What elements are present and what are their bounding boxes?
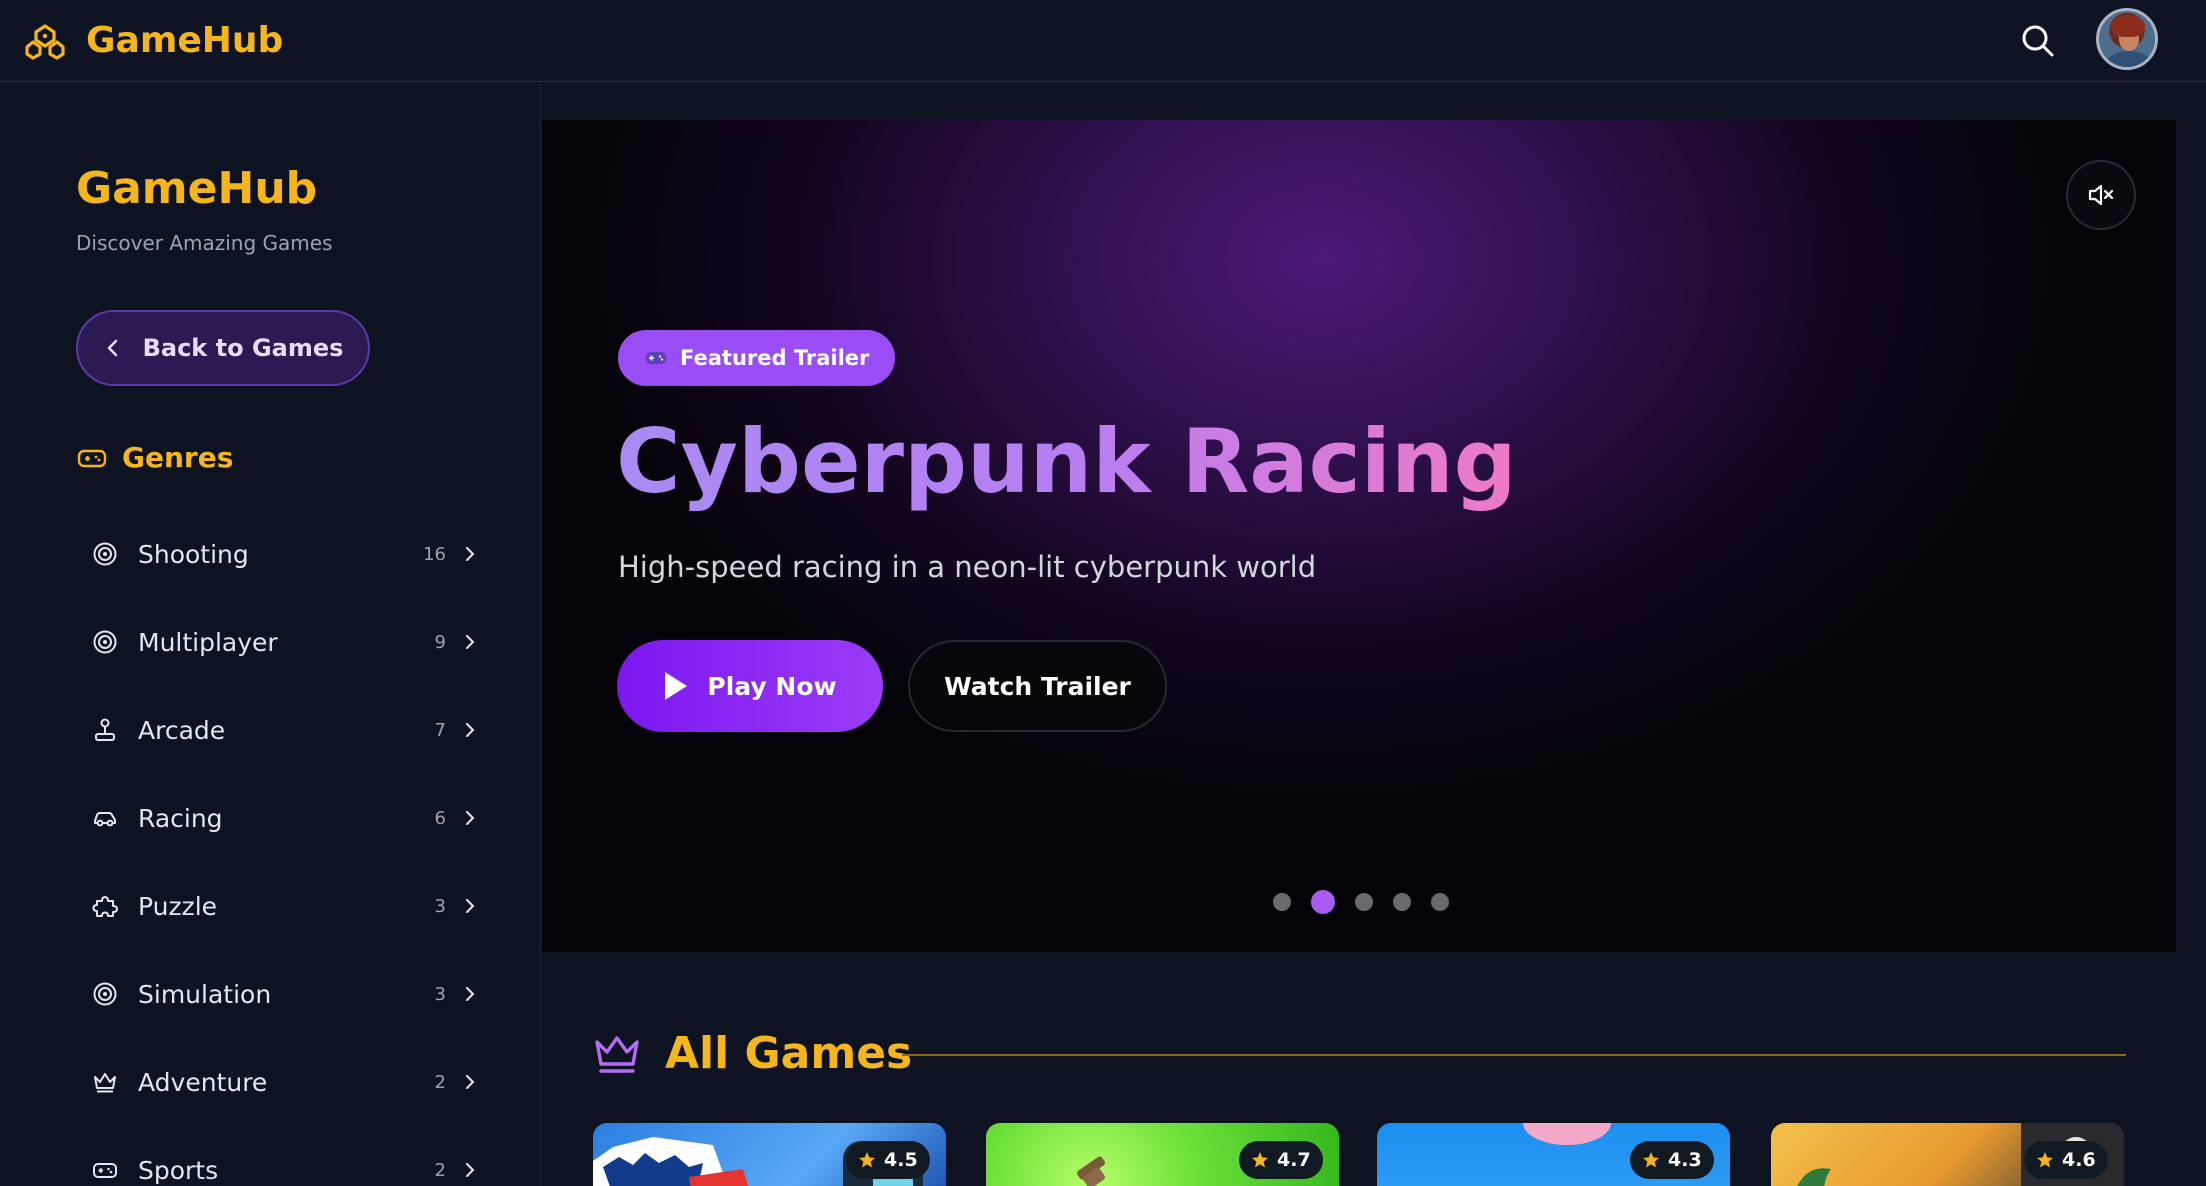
genre-count: 16 [423,543,446,565]
top-bar: GameHub [0,0,2206,82]
all-games-heading: All Games [593,1028,912,1079]
sidebar-item-adventure[interactable]: Adventure 2 [76,1038,496,1126]
sidebar-item-shooting[interactable]: Shooting 16 [76,510,496,598]
genre-label: Racing [138,803,223,833]
genre-count: 2 [434,1159,446,1181]
all-games-title: All Games [665,1028,913,1079]
genre-label: Adventure [138,1067,268,1097]
sidebar-item-arcade[interactable]: Arcade 7 [76,686,496,774]
hero-title: Cyberpunk Racing [616,410,1517,513]
genre-list: Shooting 16 Multiplayer 9 Arcade 7 Racin… [76,510,496,1186]
brand-name: GameHub [86,20,284,61]
carousel-dot-active[interactable] [1311,890,1335,914]
crown-icon [94,1073,116,1093]
genres-label: Genres [122,441,234,474]
watch-trailer-button[interactable]: Watch Trailer [908,640,1167,732]
chevron-right-icon [466,1075,475,1089]
play-now-label: Play Now [707,671,837,701]
carousel-dot[interactable] [1355,893,1373,911]
chevron-right-icon [466,811,475,825]
genre-count: 3 [434,895,446,917]
car-icon [94,812,116,827]
carousel-dot[interactable] [1431,893,1449,911]
sidebar-item-simulation[interactable]: Simulation 3 [76,950,496,1038]
star-icon [1643,1152,1659,1168]
featured-trailer-label: Featured Trailer [680,346,870,370]
rating-badge: 4.3 [1630,1141,1714,1179]
star-icon [2037,1152,2053,1168]
target-icon [93,630,117,654]
avatar-hair [2111,15,2145,37]
genre-count: 9 [434,631,446,653]
puzzle-icon [92,896,118,917]
game-card[interactable]: 4.3 [1377,1123,1730,1186]
rating-value: 4.7 [1277,1149,1311,1171]
gamepad-icon [93,1163,117,1178]
sidebar: GameHub Discover Amazing Games Back to G… [0,83,541,1186]
mute-button[interactable] [2066,160,2136,230]
avatar-shirt [2105,51,2153,67]
chevron-right-icon [466,987,475,1001]
joystick-icon [95,718,115,741]
genres-heading: Genres [76,441,233,474]
featured-hero: Featured Trailer Cyberpunk Racing High-s… [542,120,2176,952]
carousel-dot[interactable] [1273,893,1291,911]
play-now-button[interactable]: Play Now [617,640,883,732]
section-divider [902,1054,2126,1056]
rating-badge: 4.7 [1239,1141,1323,1179]
rating-badge: 4.6 [2024,1141,2108,1179]
genre-count: 2 [434,1071,446,1093]
sidebar-item-sports[interactable]: Sports 2 [76,1126,496,1186]
game-card[interactable]: 4.6 [1771,1123,2124,1186]
watch-trailer-label: Watch Trailer [944,671,1131,701]
game-card[interactable]: 4.7 [986,1123,1339,1186]
featured-trailer-badge: Featured Trailer [618,330,896,386]
star-icon [1252,1152,1268,1168]
play-icon [665,672,688,700]
sidebar-subtitle: Discover Amazing Games [76,231,333,255]
chevron-right-icon [466,1163,475,1177]
gamepad-icon [77,449,107,467]
genre-label: Multiplayer [138,627,278,657]
sidebar-title: GameHub [76,163,318,214]
target-icon [93,542,117,566]
sidebar-item-racing[interactable]: Racing 6 [76,774,496,862]
genre-label: Shooting [138,539,249,569]
hero-description: High-speed racing in a neon-lit cyberpun… [618,550,1317,584]
genre-count: 7 [434,719,446,741]
star-icon [859,1152,875,1168]
carousel-dots [1273,890,1469,914]
search-button[interactable] [2018,21,2058,61]
chevron-right-icon [466,547,475,561]
search-icon [2022,25,2054,57]
carousel-dot[interactable] [1393,893,1411,911]
genre-label: Sports [138,1155,219,1185]
volume-muted-icon [2088,184,2114,206]
gamehub-logo-icon [25,23,65,60]
chevron-right-icon [466,723,475,737]
rating-value: 4.3 [1668,1149,1702,1171]
genre-label: Simulation [138,979,272,1009]
brand[interactable]: GameHub [24,20,283,62]
genre-label: Puzzle [138,891,218,921]
rating-value: 4.6 [2062,1149,2096,1171]
user-avatar[interactable] [2096,8,2158,70]
target-icon [93,982,117,1006]
back-to-games-button[interactable]: Back to Games [76,310,370,386]
chevron-right-icon [466,899,475,913]
back-to-games-label: Back to Games [142,334,344,362]
sidebar-item-puzzle[interactable]: Puzzle 3 [76,862,496,950]
gamepad-icon [646,352,666,364]
game-card[interactable]: 4.5 [593,1123,946,1186]
crown-icon [595,1035,639,1073]
sidebar-item-multiplayer[interactable]: Multiplayer 9 [76,598,496,686]
genre-count: 3 [434,983,446,1005]
genre-label: Arcade [138,715,226,745]
chevron-right-icon [466,635,475,649]
chevron-left-icon [107,339,117,357]
genre-count: 6 [434,807,446,829]
rating-badge: 4.5 [846,1141,930,1179]
rating-value: 4.5 [884,1149,918,1171]
